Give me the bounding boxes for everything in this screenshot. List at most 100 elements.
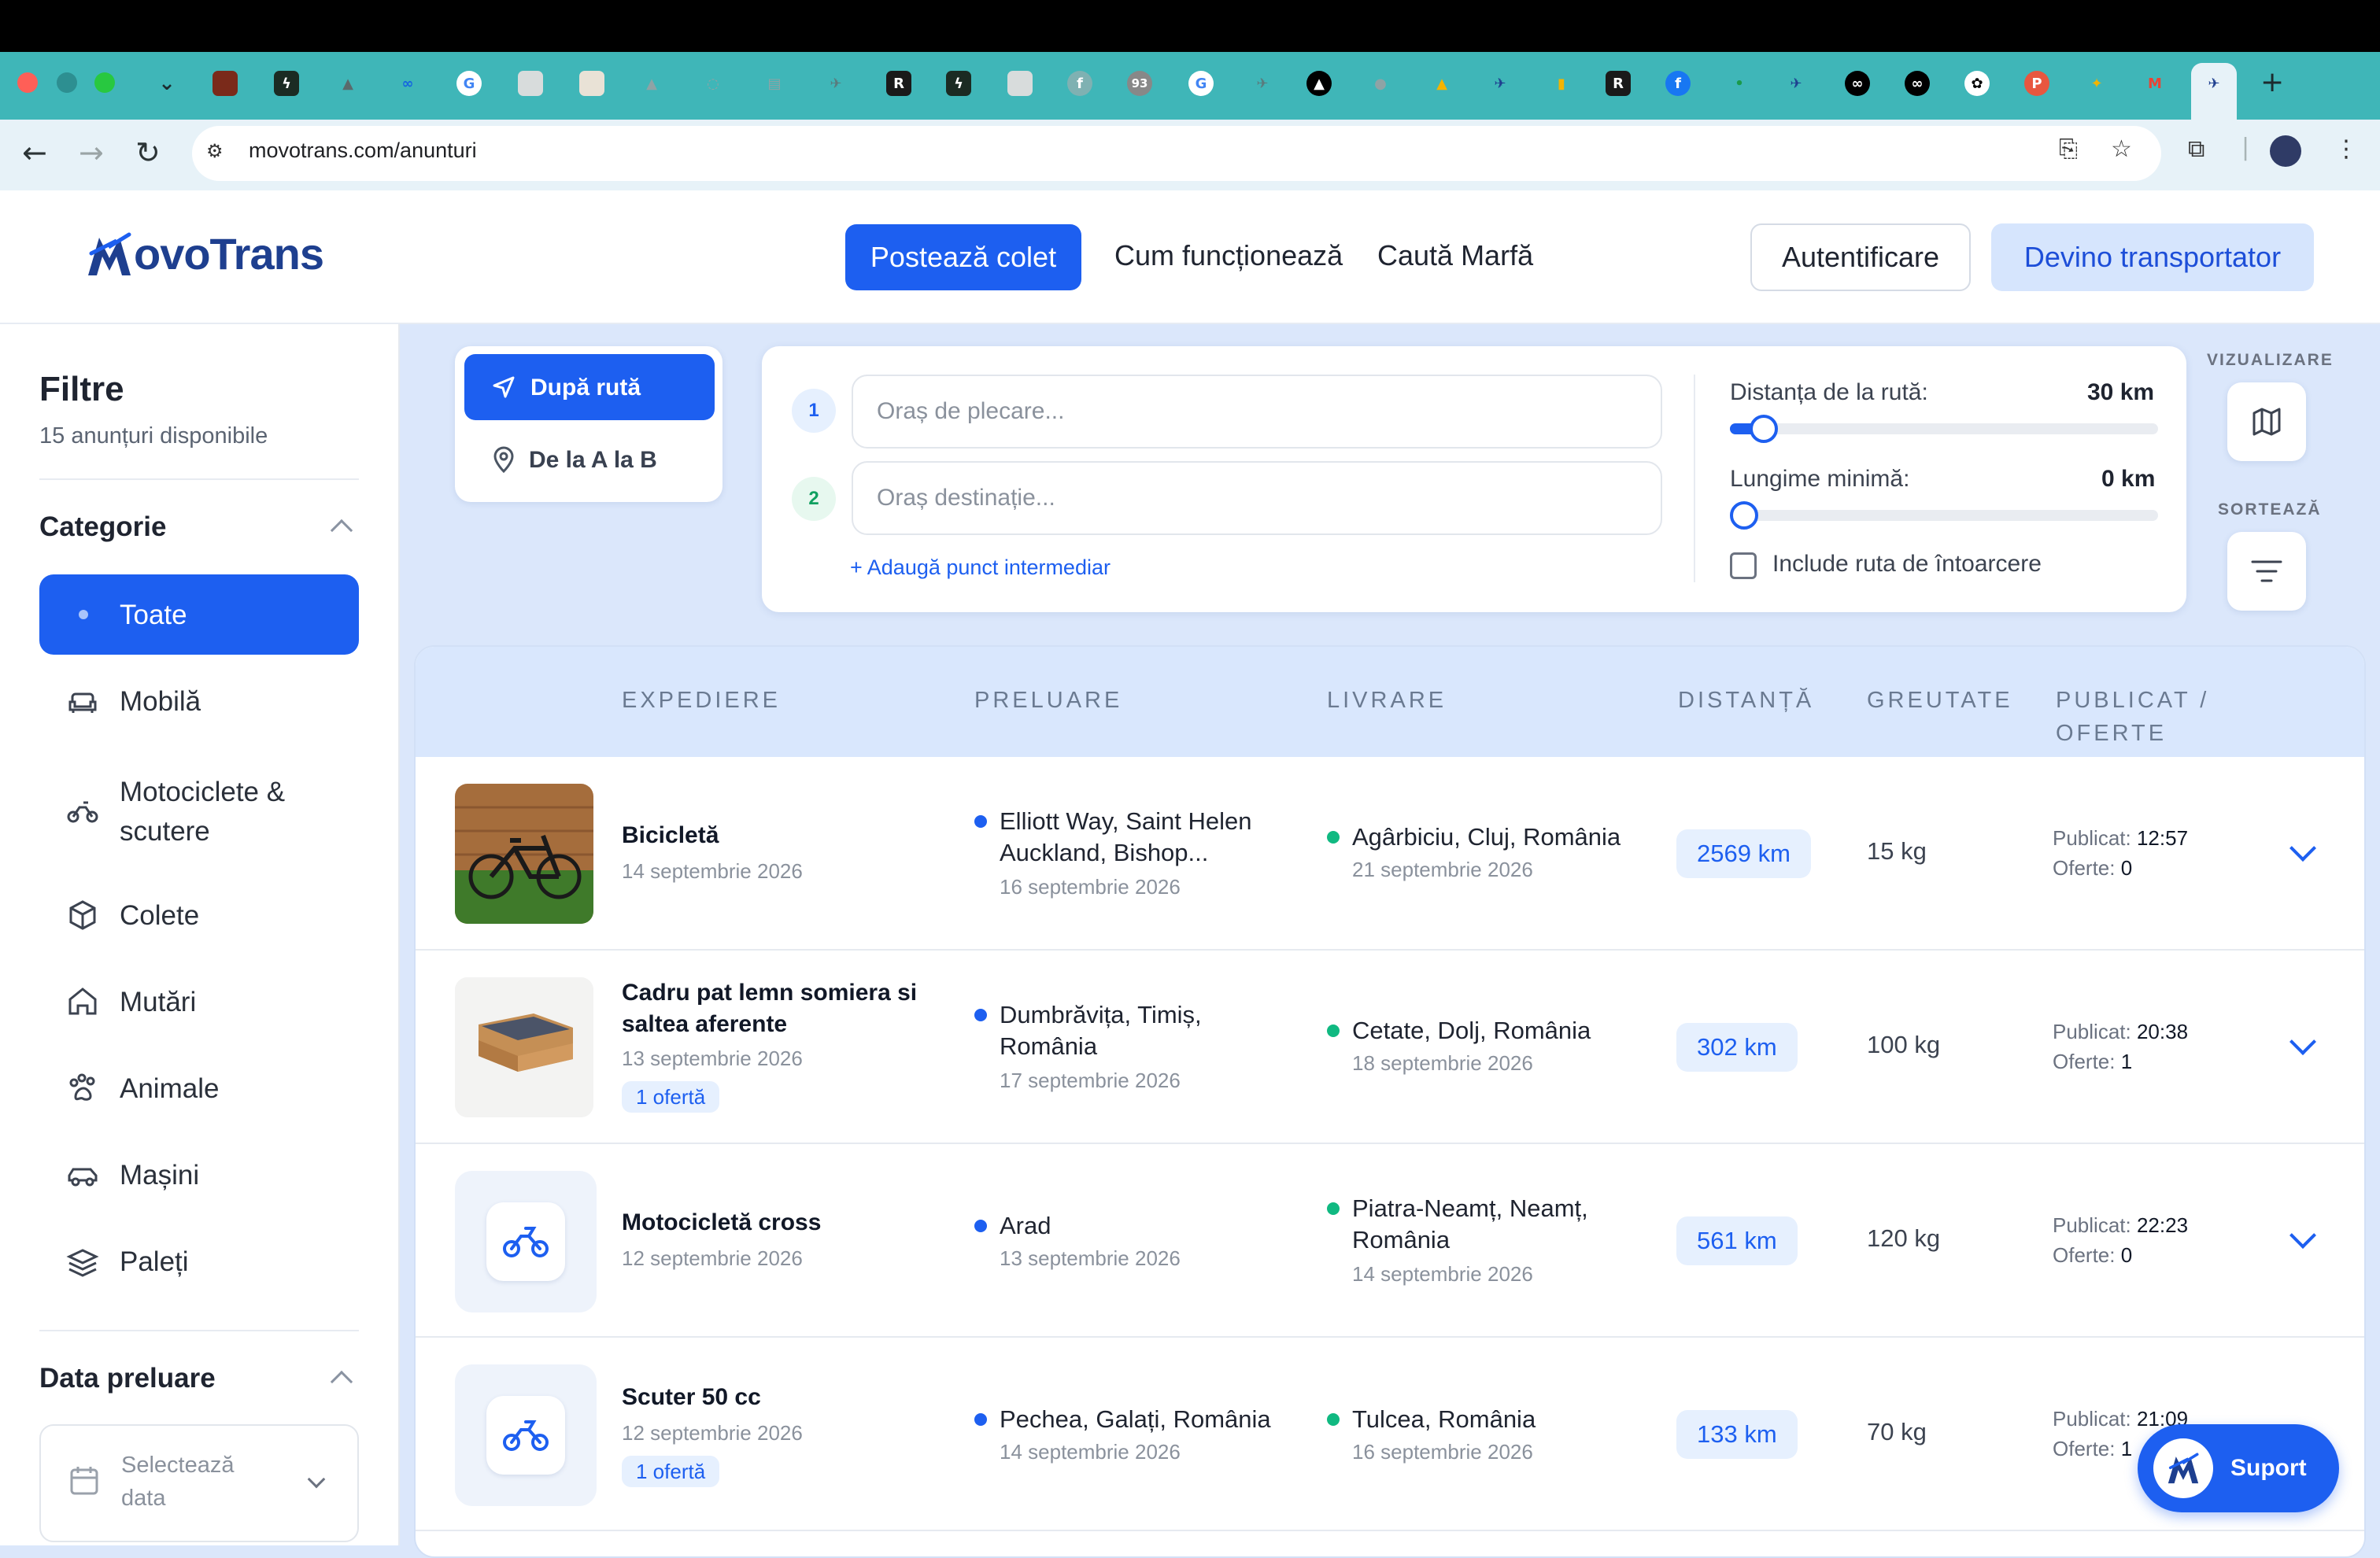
bookmark-star-icon[interactable]: ☆ (2111, 135, 2132, 163)
url-text[interactable]: movotrans.com/anunturi (249, 138, 477, 163)
pickup-location: Elliott Way, Saint Helen (1000, 807, 1252, 835)
add-waypoint-link[interactable]: + Adaugă punct intermediar (850, 556, 1111, 580)
tab-favicon-1[interactable] (213, 71, 238, 96)
tab-favicon-8[interactable]: ▲ (639, 71, 664, 96)
tab-favicon-28[interactable]: ∞ (1845, 71, 1870, 96)
tab-favicon-31[interactable]: P (2024, 71, 2049, 96)
tab-favicon-15[interactable]: f (1067, 71, 1092, 96)
tab-favicon-google-2[interactable]: G (1188, 71, 1214, 96)
category-item-masini[interactable]: Mașini (120, 1160, 199, 1191)
min-length-thumb[interactable] (1730, 501, 1758, 530)
listing-title[interactable]: Motocicletă cross (622, 1207, 821, 1239)
post-parcel-button[interactable]: Postează colet (845, 224, 1081, 290)
address-bar[interactable] (192, 126, 2161, 181)
expand-row-icon[interactable] (2289, 1028, 2316, 1055)
pickup-dot (974, 815, 987, 828)
tab-favicon-32[interactable]: ✦ (2084, 71, 2109, 96)
tab-favicon-2[interactable]: ϟ (274, 71, 299, 96)
tab-favicon-movotrans-1[interactable]: ✈ (1488, 71, 1513, 96)
category-item-animale[interactable]: Animale (120, 1073, 219, 1105)
tab-favicon-30[interactable]: ✿ (1964, 71, 1990, 96)
sort-button[interactable] (2227, 532, 2306, 611)
listing-title[interactable]: Scuter 50 cc (622, 1382, 761, 1413)
site-info-icon[interactable]: ⚙ (206, 140, 224, 162)
table-row[interactable]: Cadru pat lemn somiera si saltea aferent… (416, 951, 2364, 1144)
header-weight[interactable]: GREUTATE (1867, 688, 2013, 714)
tab-favicon-14[interactable] (1007, 71, 1033, 96)
listing-title[interactable]: Cadru pat lemn somiera si (622, 977, 917, 1009)
route-distance-slider[interactable] (1730, 415, 2158, 443)
pickup-date-heading[interactable]: Data preluare (39, 1363, 216, 1394)
minimize-window-icon[interactable] (57, 72, 77, 93)
tab-favicon-movotrans-active[interactable]: ✈ (2201, 71, 2227, 96)
tab-favicon-3[interactable]: ▲ (335, 71, 360, 96)
tab-favicon-13[interactable]: ϟ (946, 71, 971, 96)
include-return-label[interactable]: Include ruta de întoarcere (1772, 551, 2042, 578)
support-button[interactable]: Suport (2138, 1424, 2339, 1512)
how-it-works-link[interactable]: Cum funcționează (1114, 239, 1343, 272)
map-view-button[interactable] (2227, 382, 2306, 461)
category-item-paleti[interactable]: Paleți (120, 1246, 189, 1278)
mode-by-route-button[interactable]: După rută (464, 354, 715, 420)
header-distance[interactable]: DISTANȚĂ (1678, 688, 1814, 714)
header-pickup[interactable]: PRELUARE (974, 688, 1122, 714)
category-item-colete[interactable]: Colete (120, 900, 199, 932)
expand-row-icon[interactable] (2289, 835, 2316, 862)
tab-favicon-23[interactable]: ▮ (1549, 71, 1574, 96)
tab-search-chevron-icon[interactable]: ⌄ (154, 71, 179, 96)
tab-favicon-29[interactable]: ∞ (1905, 71, 1930, 96)
browser-menu-icon[interactable]: ⋮ (2334, 135, 2358, 163)
search-cargo-link[interactable]: Caută Marfă (1377, 239, 1533, 272)
destination-city-input[interactable]: Oraș destinație... (852, 461, 1662, 535)
category-heading[interactable]: Categorie (39, 511, 166, 543)
maximize-window-icon[interactable] (94, 72, 115, 93)
profile-avatar[interactable] (2270, 135, 2301, 167)
tab-badge-icon[interactable]: 93 (1127, 71, 1152, 96)
install-app-icon[interactable]: ⎘ (2059, 135, 2078, 163)
new-tab-icon[interactable]: + (2260, 66, 2284, 98)
tab-favicon-movotrans-2[interactable]: ✈ (1783, 71, 1809, 96)
extensions-icon[interactable]: ⧉ (2188, 135, 2204, 163)
reload-icon[interactable]: ↻ (135, 135, 161, 170)
table-row[interactable]: Motocicletă cross 12 septembrie 2026 Ara… (416, 1144, 2364, 1338)
listing-title-line2[interactable]: saltea aferente (622, 1009, 787, 1040)
close-window-icon[interactable] (17, 72, 38, 93)
tab-favicon-19[interactable]: ▲ (1306, 71, 1332, 96)
tab-favicon-4[interactable]: ∞ (395, 71, 420, 96)
tab-favicon-26[interactable]: • (1727, 71, 1752, 96)
header-offers[interactable]: OFERTE (2056, 721, 2167, 747)
tab-favicon-24[interactable]: R (1606, 71, 1631, 96)
tab-favicon-10[interactable]: ▤ (762, 71, 787, 96)
include-return-checkbox[interactable] (1730, 552, 1757, 579)
table-row[interactable]: Scuter 50 cc 12 septembrie 2026 1 ofertă… (416, 1338, 2364, 1531)
header-delivery[interactable]: LIVRARE (1327, 688, 1447, 714)
header-shipment[interactable]: EXPEDIERE (622, 688, 781, 714)
category-item-motociclete[interactable]: Motociclete & scutere (120, 773, 324, 851)
header-published[interactable]: PUBLICAT / (2056, 688, 2209, 714)
tab-favicon-google[interactable]: G (456, 71, 482, 96)
tab-favicon-18[interactable]: ✈ (1250, 71, 1275, 96)
login-button[interactable]: Autentificare (1750, 223, 1971, 291)
tab-favicon-gmail[interactable]: M (2142, 71, 2168, 96)
tab-favicon-11[interactable]: ✈ (823, 71, 848, 96)
listing-title[interactable]: Bicicletă (622, 820, 719, 851)
tab-favicon-20[interactable]: ● (1368, 71, 1393, 96)
tab-favicon-6[interactable] (518, 71, 543, 96)
tab-favicon-9[interactable]: ◌ (700, 71, 726, 96)
tab-favicon-facebook[interactable]: f (1665, 71, 1691, 96)
movotrans-logo[interactable]: ovoTrans (85, 228, 324, 279)
back-icon[interactable]: ← (22, 135, 47, 170)
tab-favicon-21[interactable]: ▲ (1429, 71, 1454, 96)
category-item-mobila[interactable]: Mobilă (120, 686, 201, 718)
min-length-slider[interactable] (1730, 501, 2158, 530)
origin-city-input[interactable]: Oraș de plecare... (852, 375, 1662, 449)
listings-count: 15 anunțuri disponibile (39, 423, 268, 449)
category-item-mutari[interactable]: Mutări (120, 987, 196, 1018)
become-carrier-button[interactable]: Devino transportator (1991, 223, 2314, 291)
tab-favicon-12[interactable]: R (886, 71, 911, 96)
mode-a-to-b-button[interactable]: De la A la B (529, 447, 657, 474)
forward-icon[interactable]: → (79, 135, 104, 170)
table-row[interactable]: Bicicletă 14 septembrie 2026 Elliott Way… (416, 757, 2364, 951)
tab-favicon-7[interactable] (579, 71, 604, 96)
expand-row-icon[interactable] (2289, 1222, 2316, 1249)
